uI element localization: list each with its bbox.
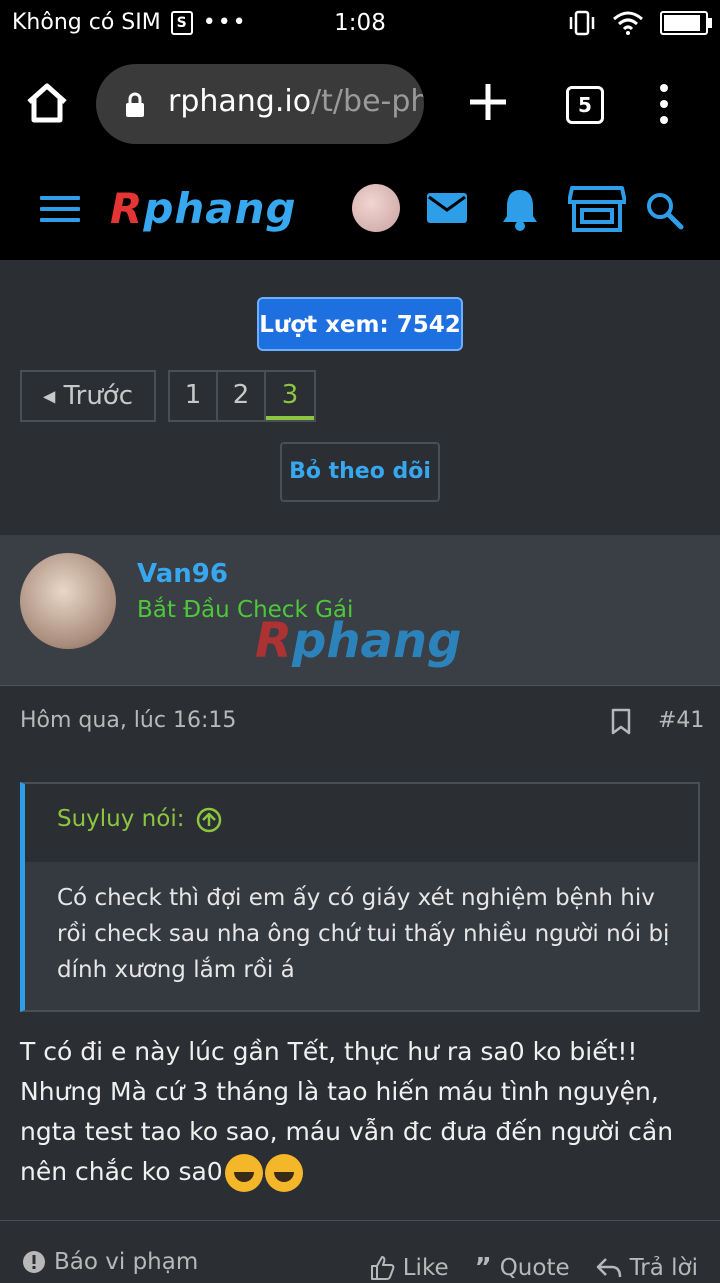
vibrate-icon — [569, 10, 595, 36]
unfollow-button[interactable]: Bỏ theo dõi — [280, 442, 440, 502]
browser-toolbar: rphang.io/t/be-ph 5 — [0, 50, 720, 160]
search-icon[interactable] — [644, 190, 684, 230]
mail-icon[interactable] — [426, 192, 468, 224]
site-header: Rphang — [0, 160, 720, 260]
author-username[interactable]: Van96 — [137, 559, 228, 589]
home-icon[interactable] — [22, 78, 72, 128]
thread-controls: Lượt xem: 7542 ◀ Trước 1 2 3 Bỏ theo dõi — [0, 260, 720, 535]
store-icon[interactable] — [568, 184, 626, 234]
page-link-1[interactable]: 1 — [170, 372, 218, 420]
caret-left-icon: ◀ — [42, 386, 56, 406]
bookmark-icon[interactable] — [610, 708, 632, 736]
status-bar: Không có SIM S ••• 1:08 — [0, 0, 720, 50]
site-logo[interactable]: Rphang — [110, 184, 297, 233]
post-date[interactable]: Hôm qua, lúc 16:15 — [20, 708, 236, 733]
lock-icon — [126, 92, 144, 117]
reply-arrow-icon — [596, 1258, 621, 1278]
rofl-emoji-icon — [224, 1154, 263, 1192]
go-to-quoted-post-icon[interactable] — [195, 806, 223, 834]
page-link-3-current[interactable]: 3 — [266, 372, 314, 420]
thumbs-up-icon — [370, 1256, 395, 1280]
bell-icon[interactable] — [500, 186, 540, 232]
address-bar[interactable]: rphang.io/t/be-ph — [96, 64, 424, 144]
rofl-emoji-icon — [264, 1154, 303, 1192]
like-button[interactable]: Like — [369, 1253, 449, 1283]
new-tab-icon[interactable] — [466, 80, 510, 124]
post-number[interactable]: #41 — [658, 708, 704, 733]
url-host: rphang.io — [168, 84, 312, 119]
battery-icon — [660, 11, 712, 35]
overflow-menu-icon[interactable] — [652, 82, 676, 126]
report-button[interactable]: Báo vi phạm — [22, 1249, 198, 1275]
wifi-icon — [613, 11, 643, 35]
page-link-2[interactable]: 2 — [218, 372, 266, 420]
view-count-badge: Lượt xem: 7542 — [257, 297, 463, 351]
post-message: T có đi e này lúc gần Tết, thực hư ra sa… — [20, 1032, 700, 1192]
quote-marks-icon: ” — [474, 1253, 492, 1283]
logo-watermark: Rphang — [255, 613, 462, 669]
post-body: Hôm qua, lúc 16:15 #41 Suyluy nói: Có ch… — [0, 686, 720, 1283]
previous-page-button[interactable]: ◀ Trước — [20, 370, 156, 422]
quote-author[interactable]: Suyluy nói: — [57, 806, 184, 832]
alert-icon — [23, 1251, 45, 1273]
tab-switcher-button[interactable]: 5 — [566, 86, 604, 124]
quote-text: Có check thì đợi em ấy có giáy xét nghiệ… — [57, 885, 670, 983]
post-author-block: Van96 Bắt Đầu Check Gái Rphang — [0, 535, 720, 686]
post-actions-bar: Báo vi phạm Like ” Quote Trả lời — [0, 1220, 720, 1283]
reply-button[interactable]: Trả lời — [596, 1253, 698, 1283]
pagination: 1 2 3 — [168, 370, 316, 422]
hamburger-menu-icon[interactable] — [40, 196, 80, 226]
quote-button[interactable]: ” Quote — [475, 1253, 570, 1283]
user-avatar-small[interactable] — [352, 184, 400, 232]
url-path: /t/be-ph — [311, 84, 424, 119]
quote-block: Suyluy nói: Có check thì đợi em ấy có gi… — [20, 782, 700, 1012]
author-avatar[interactable] — [20, 553, 116, 649]
